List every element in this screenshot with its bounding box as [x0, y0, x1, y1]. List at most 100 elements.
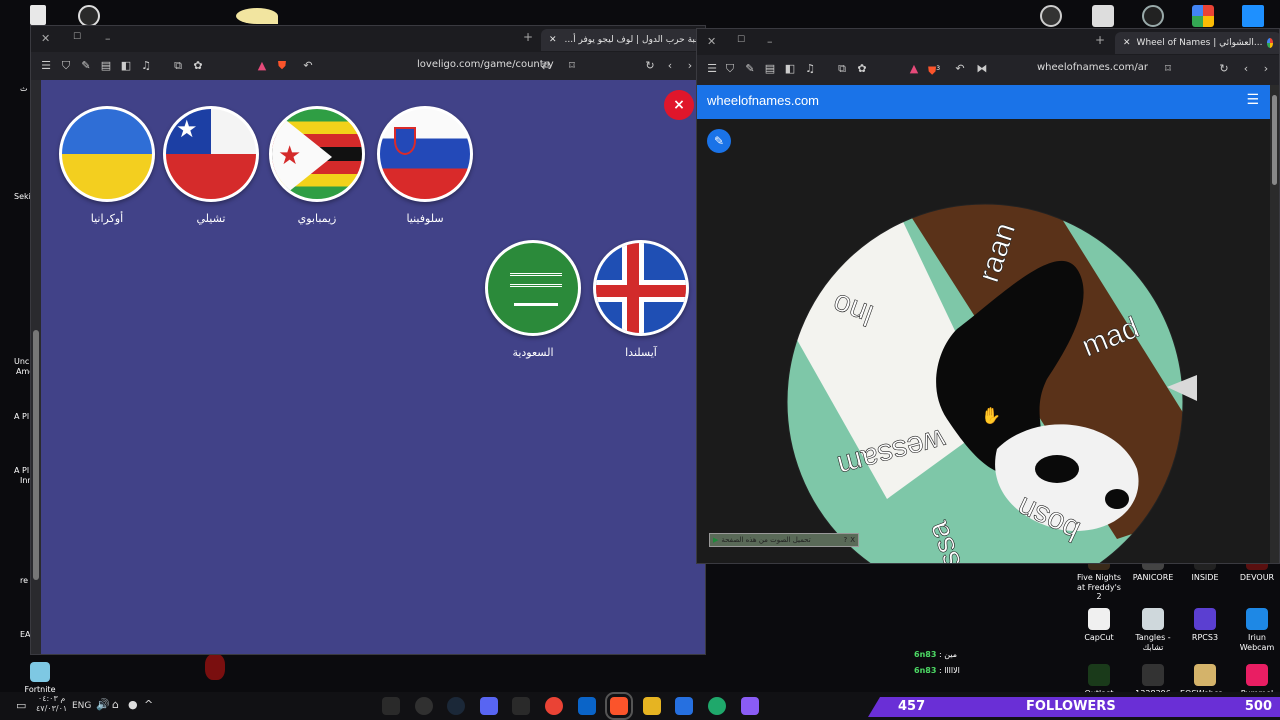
sidebar-icon[interactable]: ◧: [119, 59, 133, 73]
close-game-button[interactable]: ×: [664, 90, 694, 120]
wheel[interactable]: raan mad bosn bssa wessam lno ✋: [697, 119, 1280, 564]
page-scrollbar[interactable]: [31, 80, 41, 654]
country-card[interactable]: السعودية: [483, 240, 583, 359]
screenshot-icon[interactable]: ⧉: [171, 59, 185, 73]
maximize-window-icon[interactable]: ☐: [73, 32, 81, 42]
audio-download-bar[interactable]: ▶ تحميل الصوت من هذه الصفحة ? X: [709, 533, 859, 547]
desktop-windows-icon[interactable]: [1242, 5, 1264, 27]
screenshot-icon[interactable]: ⧉: [835, 62, 849, 76]
minimize-window-icon[interactable]: –: [105, 32, 111, 45]
back-icon[interactable]: ‹: [663, 59, 677, 73]
outlook-icon[interactable]: [577, 697, 596, 715]
shield-icon[interactable]: ⛉: [59, 59, 73, 73]
minimize-window-icon[interactable]: –: [767, 35, 773, 48]
tray-expand-icon[interactable]: ^: [144, 698, 153, 711]
tab-title: لعبة حرب الدول | لوف ليجو يوفر أ...: [564, 35, 703, 45]
music-icon[interactable]: ♫: [139, 59, 153, 73]
address-bar[interactable]: loveligo.com/game/country: [417, 59, 554, 70]
brave-shield-icon[interactable]: ⛊3: [927, 62, 941, 78]
desktop-icon[interactable]: RPCS3: [1180, 608, 1230, 643]
back-icon[interactable]: ‹: [1239, 62, 1253, 76]
desktop-icon-label: Tangles - تشابك: [1135, 633, 1171, 652]
discord-icon[interactable]: [479, 697, 498, 715]
tab-icon[interactable]: ▤: [99, 59, 113, 73]
bookmark-icon[interactable]: ⌑: [1161, 62, 1175, 76]
brave-icon[interactable]: [605, 692, 634, 720]
epic-games-2-icon[interactable]: [512, 697, 531, 715]
new-tab-button[interactable]: +: [523, 30, 533, 44]
files-icon[interactable]: [642, 697, 661, 715]
site-title[interactable]: wheelofnames.com: [707, 93, 819, 108]
close-tab-icon[interactable]: ✕: [1123, 38, 1131, 48]
chat-user: 6n83: [914, 666, 937, 675]
forward-icon[interactable]: ›: [1259, 62, 1273, 76]
country-card[interactable]: آيسلندا: [591, 240, 691, 359]
tab-wheelofnames[interactable]: ✕ Wheel of Names | العشوائي...: [1115, 32, 1279, 54]
desktop-icon-fortnite[interactable]: Fortnite: [22, 662, 58, 695]
store-icon[interactable]: [675, 697, 694, 715]
sidebar-icon[interactable]: ◧: [783, 62, 797, 76]
scrollbar-thumb[interactable]: [33, 330, 39, 580]
reload-icon[interactable]: ↻: [1217, 62, 1231, 76]
new-tab-button[interactable]: +: [1095, 33, 1105, 47]
menu-icon[interactable]: ☰: [39, 59, 53, 73]
music-icon[interactable]: ♫: [803, 62, 817, 76]
desktop-app-icon[interactable]: [78, 5, 100, 27]
page-scrollbar[interactable]: [1270, 85, 1279, 563]
notification-icon[interactable]: ▭: [16, 699, 26, 712]
language-indicator[interactable]: ENG: [72, 701, 91, 711]
close-audio-bar-icon[interactable]: X: [850, 536, 855, 544]
maximize-window-icon[interactable]: ☐: [737, 35, 745, 45]
desktop-icon[interactable]: Iriun Webcam: [1232, 608, 1280, 652]
clock[interactable]: م ٠٤:٠٣ ٤٧/٠٣/٠١: [36, 694, 67, 713]
desktop-icon[interactable]: Five Nights at Freddy's 2: [1074, 560, 1124, 602]
country-card[interactable]: أوكرانيا: [57, 106, 157, 225]
volume-icon[interactable]: 🔊: [96, 698, 110, 711]
close-window-icon[interactable]: ✕: [707, 35, 716, 48]
forward-icon[interactable]: ›: [683, 59, 697, 73]
desktop-icon[interactable]: CapCut: [1074, 608, 1124, 643]
reload-icon[interactable]: ↻: [643, 59, 657, 73]
desktop-obs-icon[interactable]: [1040, 5, 1062, 27]
desktop-eye-icon[interactable]: [1142, 5, 1164, 27]
microphone-icon[interactable]: ●: [128, 698, 138, 711]
edge-icon[interactable]: [708, 697, 726, 715]
puzzle-icon[interactable]: ✎: [79, 59, 93, 73]
help-icon[interactable]: ?: [843, 536, 847, 544]
obs-icon[interactable]: [414, 697, 433, 715]
bookmark-icon[interactable]: ⌑: [565, 59, 579, 73]
wifi-icon[interactable]: ⌂: [112, 698, 119, 711]
scrollbar-thumb[interactable]: [1272, 95, 1277, 185]
shield-icon[interactable]: ⛉: [723, 62, 737, 76]
play-icon[interactable]: ▶: [713, 536, 718, 544]
tab-icon[interactable]: ▤: [763, 62, 777, 76]
history-icon[interactable]: ↶: [301, 59, 315, 73]
desktop-google-icon[interactable]: [1192, 5, 1214, 27]
extensions-icon[interactable]: ✿: [855, 62, 869, 76]
history-icon[interactable]: ↶: [953, 62, 967, 76]
steam-icon[interactable]: [447, 697, 466, 715]
chrome-icon[interactable]: [545, 697, 563, 715]
close-tab-icon[interactable]: ✕: [549, 35, 557, 45]
menu-icon[interactable]: ☰: [705, 62, 719, 76]
country-card[interactable]: ★ تشيلي: [161, 106, 261, 225]
extensions-icon[interactable]: ✿: [191, 59, 205, 73]
country-card[interactable]: سلوفينيا: [375, 106, 475, 225]
desktop-icon[interactable]: Tangles - تشابك: [1128, 608, 1178, 652]
address-bar[interactable]: wheelofnames.com/ar: [1037, 62, 1148, 73]
share-icon[interactable]: ⇄: [539, 59, 553, 73]
wallpaper-red-glow: [205, 654, 225, 680]
copilot-icon[interactable]: [740, 697, 759, 715]
close-window-icon[interactable]: ✕: [41, 32, 50, 45]
desktop-monitor-icon[interactable]: [1092, 5, 1114, 27]
desktop-file-icon[interactable]: [30, 5, 46, 25]
brave-shield-icon[interactable]: ⛊: [275, 59, 289, 73]
hamburger-menu-icon[interactable]: ☰: [1246, 92, 1259, 108]
brave-rewards-icon[interactable]: ▲: [255, 59, 269, 73]
country-card[interactable]: ★ زيمبابوي: [267, 106, 367, 225]
epic-games-icon[interactable]: [382, 697, 400, 715]
translate-icon[interactable]: ⧓: [975, 62, 989, 76]
tab-loveligo[interactable]: ✕ لعبة حرب الدول | لوف ليجو يوفر أ...: [541, 29, 705, 51]
brave-rewards-icon[interactable]: ▲: [907, 62, 921, 76]
puzzle-icon[interactable]: ✎: [743, 62, 757, 76]
